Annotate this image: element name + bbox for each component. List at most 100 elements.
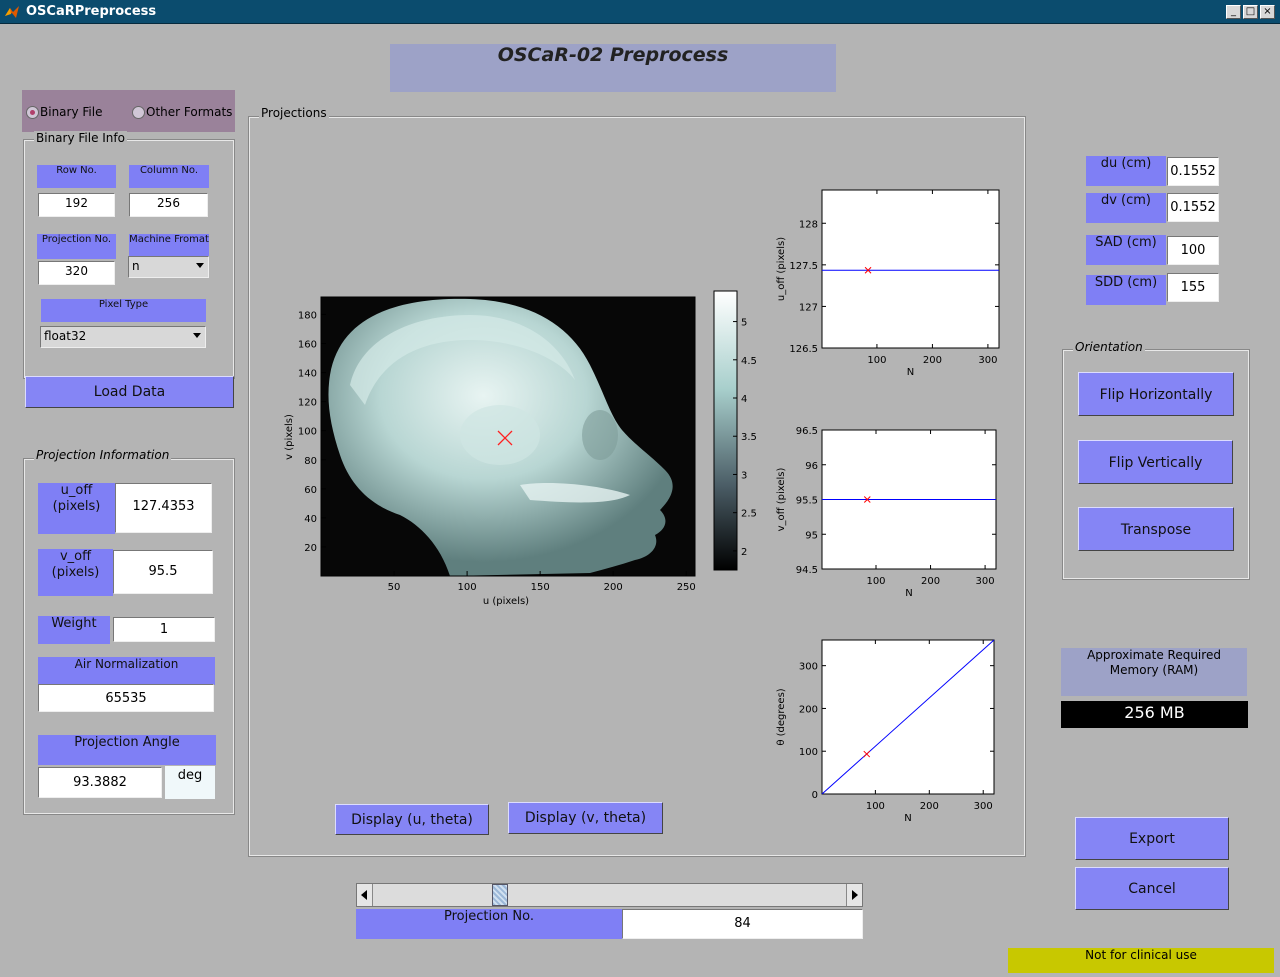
machine-format-value: n — [132, 259, 140, 273]
x-axis-label: N — [904, 813, 911, 824]
colorbar — [713, 290, 738, 571]
x-tick-label: 100 — [866, 576, 885, 587]
du-label: du (cm) — [1086, 156, 1166, 186]
column-no-label: Column No. — [129, 165, 209, 188]
machine-format-label: Machine Fromat — [129, 234, 209, 257]
flip-vertically-button[interactable]: Flip Vertically — [1078, 440, 1233, 484]
x-tick-label: 200 — [920, 801, 939, 812]
image-x-tick-label: 150 — [531, 582, 550, 593]
projection-no-field[interactable]: 320 — [38, 261, 115, 285]
y-tick-label: 128 — [799, 219, 818, 230]
projection-number-field[interactable]: 84 — [622, 909, 863, 939]
sdd-label: SDD (cm) — [1086, 275, 1166, 305]
row-no-label: Row No. — [37, 165, 116, 188]
memory-label: Approximate Required Memory (RAM) — [1061, 648, 1247, 696]
image-y-tick-label: 20 — [304, 543, 317, 554]
air-normalization-field[interactable]: 65535 — [38, 684, 214, 712]
projection-information-title: Projection Information — [34, 448, 172, 462]
arrow-left-icon — [361, 890, 367, 900]
page-title: OSCaR-02 Preprocess — [497, 44, 729, 66]
sdd-field[interactable]: 155 — [1167, 273, 1219, 302]
load-data-button[interactable]: Load Data — [25, 376, 234, 408]
pixel-type-value: float32 — [44, 329, 87, 343]
export-button[interactable]: Export — [1075, 817, 1229, 860]
column-no-field[interactable]: 256 — [129, 193, 208, 217]
y-tick-label: 95 — [805, 530, 818, 541]
plot-area — [821, 189, 1000, 349]
projection-angle-field[interactable]: 93.3882 — [38, 767, 162, 798]
y-axis-label: v_off (pixels) — [776, 468, 787, 532]
u-off-field[interactable]: 127.4353 — [115, 483, 212, 533]
weight-label: Weight — [38, 616, 110, 644]
projection-number-label: Projection No. — [356, 909, 622, 939]
x-tick-label: 300 — [978, 355, 997, 366]
machine-format-select[interactable]: n — [128, 256, 209, 278]
v-off-chart: 94.5 95 95.5 96 96.5 100 200 300 Nv_off (pixels) — [776, 426, 997, 599]
sad-field[interactable]: 100 — [1167, 236, 1219, 265]
slider-thumb[interactable] — [491, 884, 508, 906]
binary-file-radio[interactable] — [26, 106, 39, 119]
colorbar-tick-label: 4.5 — [741, 356, 757, 367]
projection-image-axes: 50 100 150 200 250 20 40 60 80 100 120 140 160 180 u… — [284, 290, 757, 607]
air-normalization-label: Air Normalization — [38, 657, 215, 685]
v-off-field[interactable]: 95.5 — [113, 550, 213, 594]
dv-field[interactable]: 0.1552 — [1167, 193, 1219, 222]
y-tick-label: 95.5 — [796, 496, 818, 507]
title-bar: OSCaRPreprocess _ □ × — [0, 0, 1280, 24]
y-tick-label: 96.5 — [796, 426, 818, 437]
x-tick-label: 300 — [974, 801, 993, 812]
file-type-group: Binary File Other Formats — [22, 90, 235, 132]
chevron-down-icon — [196, 263, 204, 268]
close-button[interactable]: × — [1260, 5, 1275, 19]
image-ylabel: v (pixels) — [284, 414, 295, 460]
image-xlabel: u (pixels) — [483, 596, 529, 607]
other-formats-label: Other Formats — [146, 105, 233, 119]
matlab-logo-icon — [5, 6, 19, 18]
display-u-theta-button[interactable]: Display (u, theta) — [335, 804, 489, 835]
x-tick-label: 200 — [921, 576, 940, 587]
x-tick-label: 300 — [976, 576, 995, 587]
projection-slider[interactable] — [356, 883, 863, 907]
x-tick-label: 100 — [867, 355, 886, 366]
row-no-field[interactable]: 192 — [38, 193, 115, 217]
image-y-tick-label: 80 — [304, 456, 317, 467]
theta-chart: 0 100 200 300 100 200 300 Nθ (degrees) — [776, 639, 995, 824]
slider-right-button[interactable] — [846, 884, 862, 906]
display-v-theta-button[interactable]: Display (v, theta) — [508, 802, 663, 834]
colorbar-tick-label: 2 — [741, 547, 747, 558]
image-y-tick-label: 160 — [298, 340, 317, 351]
slider-left-button[interactable] — [357, 884, 373, 906]
y-tick-label: 200 — [799, 704, 818, 715]
transpose-button[interactable]: Transpose — [1078, 507, 1234, 551]
image-x-tick-label: 100 — [458, 582, 477, 593]
y-tick-label: 0 — [812, 790, 818, 801]
other-formats-radio[interactable] — [132, 106, 145, 119]
page-title-box: OSCaR-02 Preprocess — [390, 44, 836, 92]
image-y-tick-label: 140 — [298, 369, 317, 380]
u-off-chart: 126.5 127 127.5 128 100 200 300 Nu_off (pixels) — [776, 189, 1000, 378]
du-field[interactable]: 0.1552 — [1167, 157, 1219, 186]
chevron-down-icon — [193, 333, 201, 338]
window-title: OSCaRPreprocess — [26, 4, 157, 19]
colorbar-tick-label: 3.5 — [741, 432, 757, 443]
minimize-button[interactable]: _ — [1226, 5, 1241, 19]
weight-field[interactable]: 1 — [113, 617, 215, 642]
y-tick-label: 100 — [799, 747, 818, 758]
dv-label: dv (cm) — [1086, 193, 1166, 223]
y-tick-label: 96 — [805, 461, 818, 472]
pixel-type-select[interactable]: float32 — [40, 326, 206, 348]
cancel-button[interactable]: Cancel — [1075, 867, 1229, 910]
image-y-tick-label: 180 — [298, 310, 317, 321]
clinical-disclaimer: Not for clinical use — [1008, 948, 1274, 973]
image-y-tick-label: 120 — [298, 398, 317, 409]
flip-horizontally-button[interactable]: Flip Horizontally — [1078, 372, 1234, 416]
maximize-button[interactable]: □ — [1243, 5, 1258, 19]
angle-unit-label: deg — [165, 766, 215, 799]
y-axis-label: θ (degrees) — [776, 688, 787, 745]
colorbar-tick-label: 4 — [741, 394, 747, 405]
image-x-tick-label: 200 — [604, 582, 623, 593]
image-y-tick-label: 40 — [304, 514, 317, 525]
colorbar-tick-label: 2.5 — [741, 509, 757, 520]
x-axis-label: N — [905, 588, 912, 599]
colorbar-tick-label: 3 — [741, 470, 747, 481]
